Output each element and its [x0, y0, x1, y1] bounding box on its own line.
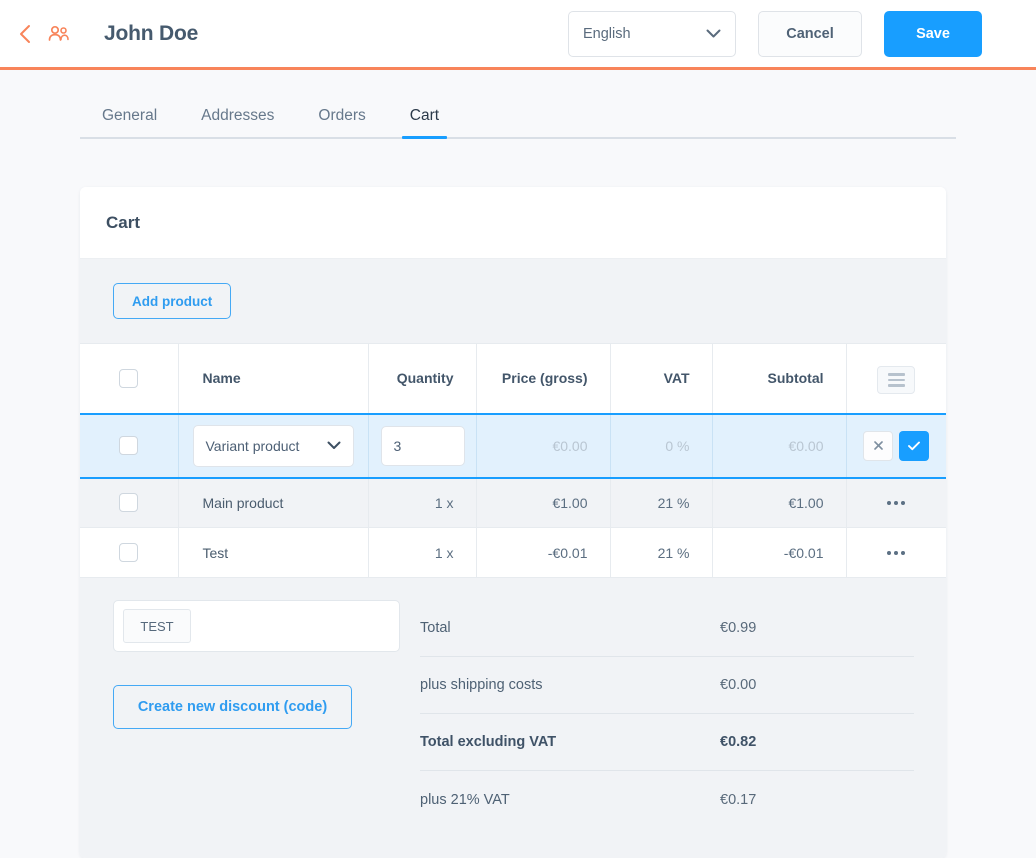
select-all-header [80, 343, 179, 414]
column-header-price[interactable]: Price (gross) [476, 343, 611, 414]
back-button[interactable] [8, 23, 42, 45]
summary-value: €0.00 [720, 677, 757, 693]
language-select-value: English [583, 25, 631, 42]
summary-value: €0.99 [720, 620, 757, 636]
vat-cell: 21 % [610, 477, 713, 528]
product-select-cell: Variant product [178, 412, 369, 479]
subtotal-cell-edit: €0.00 [712, 412, 847, 479]
row-checkbox[interactable] [119, 493, 139, 513]
quantity-input-cell [368, 412, 477, 479]
column-header-name[interactable]: Name [178, 343, 369, 414]
table-row[interactable]: Main product 1 x €1.00 21 % €1.00 [80, 477, 947, 528]
cart-card-header: Cart [80, 187, 946, 259]
settings-line [887, 378, 905, 382]
vat-cell: 21 % [610, 527, 713, 578]
summary-label: Total [420, 620, 451, 636]
table-row[interactable]: Test 1 x -€0.01 21 % -€0.01 [80, 527, 947, 578]
product-name-cell: Test [178, 527, 369, 578]
discount-chip[interactable]: TEST [123, 609, 191, 643]
more-options-icon[interactable] [847, 550, 947, 555]
summary-row-total-excl-vat: Total excluding VAT €0.82 [420, 714, 914, 771]
chevron-left-icon [19, 24, 30, 43]
language-select[interactable]: English [568, 10, 736, 57]
product-select[interactable]: Variant product [192, 424, 354, 467]
vat-cell-edit: 0 % [610, 412, 713, 479]
price-cell-edit: €0.00 [476, 412, 611, 479]
discount-section: TEST Create new discount (code) [80, 600, 420, 828]
select-all-checkbox[interactable] [119, 368, 139, 388]
tab-general[interactable]: General [80, 107, 179, 137]
more-options-icon[interactable] [847, 500, 947, 505]
save-button[interactable]: Save [884, 10, 982, 57]
add-product-button[interactable]: Add product [113, 283, 232, 319]
column-header-quantity[interactable]: Quantity [368, 343, 477, 414]
tab-addresses[interactable]: Addresses [179, 107, 296, 137]
row-checkbox[interactable] [119, 543, 139, 562]
cancel-button[interactable]: Cancel [758, 10, 862, 57]
cart-table-body: Variant product €0.00 0 % €0.00 [80, 412, 947, 578]
row-select-cell [80, 477, 179, 528]
row-actions-cell [846, 412, 947, 479]
settings-line [887, 373, 905, 376]
product-name-cell: Main product [178, 477, 369, 528]
price-cell: €1.00 [476, 477, 611, 528]
quantity-cell: 1 x [368, 477, 477, 528]
cart-table: Name Quantity Price (gross) VAT Subtotal [80, 343, 946, 578]
summary-value: €0.17 [720, 791, 757, 808]
column-header-actions [846, 343, 946, 414]
header-actions: English Cancel Save [568, 10, 982, 57]
table-header-row: Name Quantity Price (gross) VAT Subtotal [80, 343, 946, 414]
cart-title: Cart [106, 212, 141, 232]
chevron-down-icon [706, 29, 721, 38]
subtotal-cell: -€0.01 [712, 527, 847, 578]
close-icon [873, 441, 883, 450]
table-row-edit: Variant product €0.00 0 % €0.00 [80, 412, 947, 479]
cart-table-head: Name Quantity Price (gross) VAT Subtotal [80, 343, 946, 414]
settings-line [887, 384, 905, 387]
table-settings-icon[interactable] [877, 365, 916, 394]
customers-button[interactable] [42, 24, 76, 44]
product-select-value: Variant product [205, 437, 300, 454]
cart-toolbar: Add product [80, 259, 946, 343]
quantity-cell: 1 x [368, 527, 477, 578]
summary-label: plus shipping costs [420, 677, 543, 693]
check-icon [908, 441, 921, 450]
summary-row-shipping: plus shipping costs €0.00 [420, 657, 914, 714]
summary-label: Total excluding VAT [420, 734, 557, 750]
row-select-cell [80, 412, 179, 479]
row-select-cell [80, 527, 179, 578]
row-actions [847, 430, 947, 461]
column-header-subtotal[interactable]: Subtotal [712, 343, 847, 414]
quantity-input[interactable] [380, 425, 465, 466]
tab-cart[interactable]: Cart [388, 107, 461, 139]
summary-label: plus 21% VAT [420, 791, 510, 808]
app-header: John Doe English Cancel Save [0, 0, 1036, 70]
summary-row-total: Total €0.99 [420, 600, 914, 657]
summary-row-vat: plus 21% VAT €0.17 [420, 771, 914, 828]
discount-code-input[interactable]: TEST [113, 600, 400, 652]
page-title: John Doe [104, 21, 199, 45]
confirm-edit-button[interactable] [899, 430, 930, 461]
row-menu-cell [846, 527, 947, 578]
create-discount-button[interactable]: Create new discount (code) [113, 685, 352, 729]
chevron-down-icon [327, 441, 341, 450]
cart-card: Cart Add product Name Quantity Price (gr… [80, 187, 946, 858]
tab-bar: General Addresses Orders Cart [80, 92, 956, 139]
row-checkbox[interactable] [119, 436, 139, 455]
subtotal-cell: €1.00 [712, 477, 847, 528]
cart-footer: TEST Create new discount (code) Total €0… [80, 578, 946, 858]
summary-value: €0.82 [720, 734, 757, 750]
people-icon [48, 25, 69, 41]
row-menu-cell [846, 477, 947, 528]
cart-summary: Total €0.99 plus shipping costs €0.00 To… [420, 600, 946, 828]
price-cell: -€0.01 [476, 527, 611, 578]
tabs-section: General Addresses Orders Cart [0, 70, 1036, 139]
cancel-edit-button[interactable] [863, 430, 894, 461]
column-header-vat[interactable]: VAT [610, 343, 713, 414]
tab-orders[interactable]: Orders [296, 107, 387, 137]
